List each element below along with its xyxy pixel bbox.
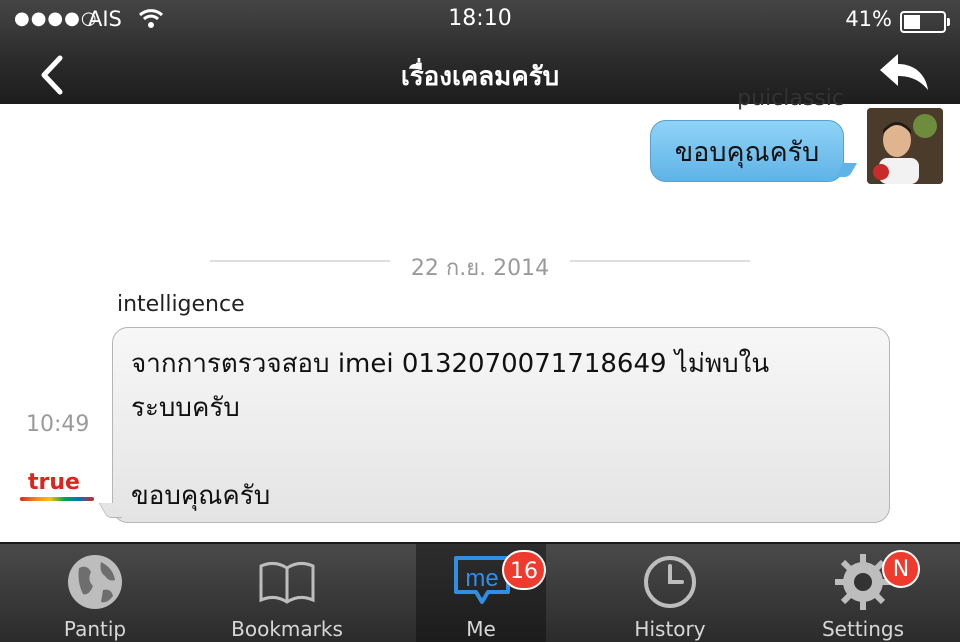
message-line: ระบบครับ [131, 393, 240, 423]
battery-percent: 41% [845, 7, 892, 31]
avatar[interactable] [867, 108, 943, 184]
battery-fill [904, 15, 920, 29]
date-separator: 22 ก.ย. 2014 [210, 254, 750, 281]
clock: 18:10 [448, 6, 512, 31]
tab-settings[interactable]: Settings [768, 544, 958, 642]
divider-right [570, 260, 750, 262]
globe-icon [68, 555, 122, 609]
tab-label: Pantip [63, 617, 127, 641]
logo-text: true [28, 470, 80, 495]
date-label: 22 ก.ย. 2014 [410, 256, 550, 281]
tab-pantip[interactable]: Pantip [0, 544, 190, 642]
notification-badge: 16 [502, 550, 546, 590]
true-logo-avatar[interactable]: true [20, 470, 94, 504]
notification-badge: N [882, 550, 920, 588]
message-line: ขอบคุณครับ [131, 481, 271, 511]
tab-label: Settings [821, 617, 905, 641]
message-time: 10:49 [26, 412, 90, 437]
logo-stripe [20, 497, 94, 501]
tab-bookmarks[interactable]: Bookmarks [192, 544, 382, 642]
tab-history[interactable]: History [575, 544, 765, 642]
sender-username: intelligence [117, 292, 245, 317]
message-bubble-incoming[interactable]: จากการตรวจสอบ imei 013207007171​8649 ไม่… [112, 327, 890, 523]
tab-label: Bookmarks [231, 617, 343, 641]
avatar-photo-icon [867, 108, 943, 184]
tab-label: History [634, 617, 706, 641]
battery-icon [900, 11, 950, 33]
message-line: จากการตรวจสอบ imei 013207007171​8649 ไม่… [131, 349, 770, 379]
status-bar: ●●●●○ AIS 18:10 41% [0, 0, 960, 40]
reply-button[interactable] [876, 50, 932, 94]
book-icon [259, 561, 315, 604]
message-bubble-outgoing[interactable]: ขอบคุณครับ [650, 120, 844, 182]
svg-text:me: me [465, 565, 498, 592]
clock-icon [644, 556, 696, 608]
message-text: ขอบคุณครับ [674, 136, 820, 168]
sender-username: puiclassic [737, 86, 844, 111]
tab-bar: Pantip Bookmarks me Me 16 History Settin… [0, 542, 960, 642]
tab-label: Me [466, 617, 496, 641]
